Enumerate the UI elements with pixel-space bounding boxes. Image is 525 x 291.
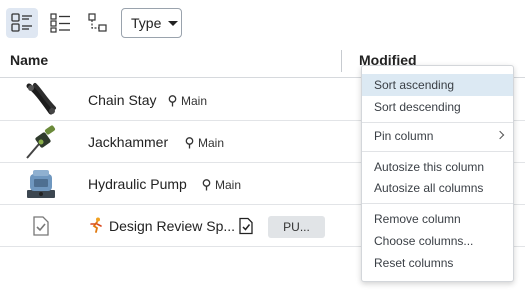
- chain-stay-part-icon: [22, 82, 60, 118]
- runner-icon: [88, 217, 104, 238]
- row-name[interactable]: Hydraulic Pump: [88, 176, 187, 192]
- branch-label: Main: [168, 94, 207, 108]
- menu-item-choose-columns[interactable]: Choose columns...: [362, 230, 513, 252]
- type-filter-dropdown[interactable]: Type: [121, 8, 182, 38]
- publication-chip[interactable]: PU...: [268, 216, 325, 238]
- column-resize-handle[interactable]: [341, 50, 342, 72]
- branch-name: Main: [198, 136, 225, 150]
- row-name[interactable]: Chain Stay: [88, 92, 156, 108]
- checklist-view-button[interactable]: [45, 8, 77, 38]
- list-view-button[interactable]: [6, 8, 38, 38]
- menu-divider: [362, 151, 513, 152]
- menu-item-label: Pin column: [374, 129, 434, 143]
- chevron-right-icon: [495, 130, 505, 140]
- branch-name: Main: [181, 94, 208, 108]
- column-context-menu: Sort ascending Sort descending Pin colum…: [361, 65, 514, 282]
- menu-item-autosize-this-column[interactable]: Autosize this column: [362, 156, 513, 178]
- branch-label: Main: [185, 136, 224, 150]
- menu-divider: [362, 122, 513, 123]
- row-name[interactable]: Jackhammer: [88, 134, 168, 150]
- list-details-icon: [11, 13, 32, 32]
- branch-pin-icon: [168, 95, 177, 107]
- column-header-name[interactable]: Name: [10, 52, 48, 68]
- document-check-icon: [22, 208, 60, 244]
- branch-label: Main: [202, 178, 241, 192]
- branch-pin-icon: [202, 179, 211, 191]
- jackhammer-part-icon: [22, 124, 60, 160]
- menu-item-reset-columns[interactable]: Reset columns: [362, 252, 513, 274]
- document-check-small-icon: [237, 217, 255, 240]
- branch-pin-icon: [185, 137, 194, 149]
- branch-name: Main: [215, 178, 242, 192]
- menu-item-sort-descending[interactable]: Sort descending: [362, 96, 513, 118]
- row-name[interactable]: Design Review Sp...: [109, 218, 235, 234]
- menu-item-pin-column[interactable]: Pin column: [362, 125, 513, 147]
- menu-item-remove-column[interactable]: Remove column: [362, 208, 513, 230]
- chevron-down-icon: [168, 20, 179, 26]
- type-filter-label: Type: [131, 15, 162, 31]
- hydraulic-pump-part-icon: [22, 166, 60, 202]
- menu-item-sort-ascending[interactable]: Sort ascending: [362, 74, 513, 96]
- toolbar: Type: [0, 0, 525, 46]
- hierarchy-view-button[interactable]: [82, 8, 114, 38]
- checklist-icon: [50, 13, 70, 33]
- hierarchy-icon: [88, 13, 107, 32]
- menu-divider: [362, 203, 513, 204]
- menu-item-autosize-all-columns[interactable]: Autosize all columns: [362, 177, 513, 199]
